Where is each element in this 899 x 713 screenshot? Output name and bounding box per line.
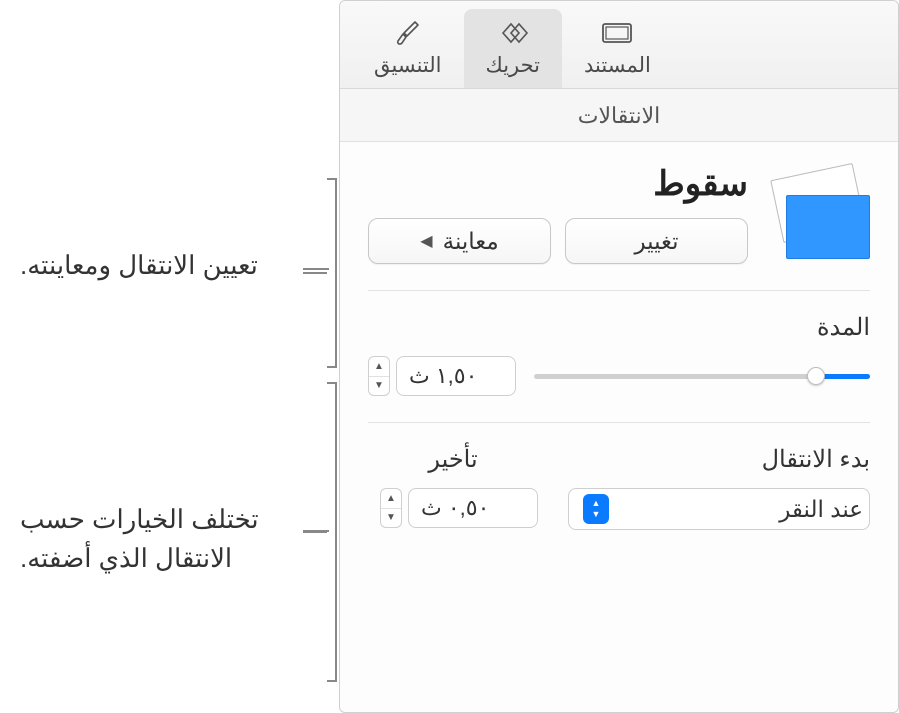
tab-animate-label: تحريك xyxy=(486,53,541,78)
duration-section: المدة ١,٥٠ ث ▲ ▼ xyxy=(368,291,870,423)
start-section: بدء الانتقال عند النقر ▲▼ تأخير ٠,٥٠ ث ▲… xyxy=(368,423,870,530)
transition-header-row: سقوط تغيير معاينة ◀ xyxy=(368,164,870,291)
tab-document-label: المستند xyxy=(584,53,651,78)
chevron-up-icon[interactable]: ▲ xyxy=(381,489,401,509)
callout-text-1: تعيين الانتقال ومعاينته. xyxy=(20,250,310,281)
delay-stepper[interactable]: ▲ ▼ xyxy=(380,488,402,528)
section-title: الانتقالات xyxy=(340,89,898,142)
start-label: بدء الانتقال xyxy=(568,445,870,474)
select-arrows-icon: ▲▼ xyxy=(583,494,609,524)
chevron-up-icon[interactable]: ▲ xyxy=(369,357,389,377)
duration-label: المدة xyxy=(368,313,870,342)
chevron-down-icon[interactable]: ▼ xyxy=(381,509,401,528)
play-icon: ◀ xyxy=(420,231,432,251)
tab-document[interactable]: المستند xyxy=(562,9,673,88)
transition-thumbnail xyxy=(766,169,870,259)
tab-animate[interactable]: تحريك xyxy=(464,9,563,88)
inspector-content: سقوط تغيير معاينة ◀ المدة xyxy=(340,142,898,552)
delay-label: تأخير xyxy=(368,445,538,474)
preview-button-label: معاينة xyxy=(443,228,499,255)
duration-input[interactable]: ١,٥٠ ث xyxy=(396,356,516,396)
callout-bracket xyxy=(327,178,337,368)
start-select[interactable]: عند النقر ▲▼ xyxy=(568,488,870,530)
transition-name: سقوط xyxy=(368,164,748,204)
callout-bracket xyxy=(327,382,337,682)
change-button[interactable]: تغيير xyxy=(565,218,748,264)
delay-input[interactable]: ٠,٥٠ ث xyxy=(408,488,538,528)
slider-thumb[interactable] xyxy=(807,367,825,385)
tab-format[interactable]: التنسيق xyxy=(352,9,464,88)
tab-bar: التنسيق تحريك المستند xyxy=(340,1,898,89)
change-button-label: تغيير xyxy=(634,228,678,255)
duration-stepper[interactable]: ▲ ▼ xyxy=(368,356,390,396)
diamond-stack-icon xyxy=(491,15,535,51)
inspector-panel: التنسيق تحريك المستند الانتقالات xyxy=(339,0,899,713)
document-icon xyxy=(600,15,634,51)
start-select-value: عند النقر xyxy=(609,496,863,523)
preview-button[interactable]: معاينة ◀ xyxy=(368,218,551,264)
chevron-down-icon[interactable]: ▼ xyxy=(369,377,389,396)
duration-slider[interactable] xyxy=(534,366,870,386)
brush-icon xyxy=(393,15,423,51)
callout-text-2: تختلف الخيارات حسب الانتقال الذي أضفته. xyxy=(20,500,310,578)
tab-format-label: التنسيق xyxy=(374,53,442,78)
